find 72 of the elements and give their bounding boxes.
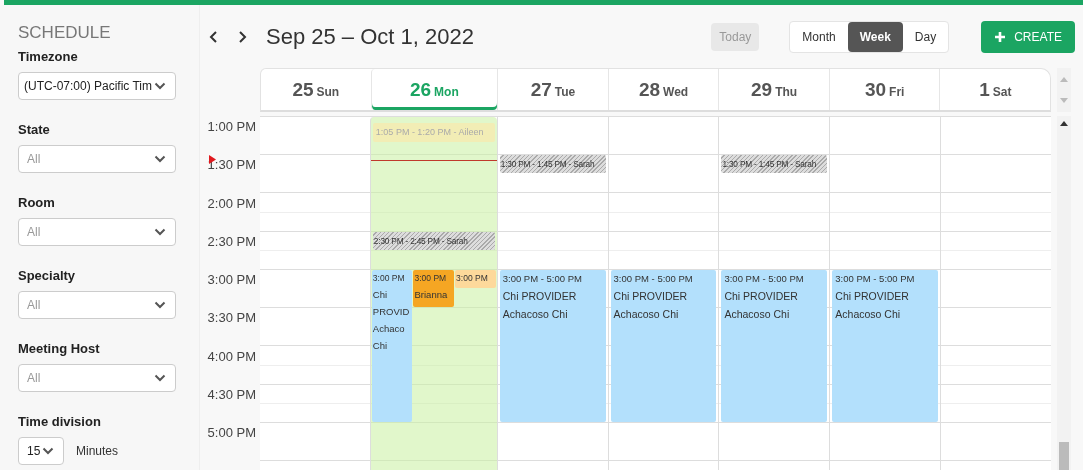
event-text: Chi	[372, 289, 389, 300]
event-text: Chi	[372, 340, 389, 351]
filter-label: Specialty	[18, 268, 77, 283]
event-chip[interactable]: 1:30 PM - 1:45 PM - Sarah	[721, 155, 828, 174]
filter-label: Room	[18, 195, 56, 210]
view-tab[interactable]: Week	[847, 21, 903, 52]
day-header[interactable]: 29 Thu	[718, 69, 829, 110]
day-header[interactable]: 28 Wed	[607, 69, 719, 110]
event-time: 3:00 PM - 5:00 PM	[724, 273, 805, 284]
event-card[interactable]: 3:00 PM - 5:00 PM Chi PROVIDER Achacoso Chi	[721, 270, 828, 422]
chevron-down-icon	[154, 301, 166, 309]
next-icon[interactable]	[236, 29, 248, 44]
time-label: 5:00 PM	[207, 425, 256, 441]
chevron-down-icon	[154, 374, 166, 382]
chevron-down-icon	[42, 447, 54, 455]
scroll-up-icon[interactable]	[1060, 120, 1068, 126]
event-chip[interactable]: 1:30 PM - 1:45 PM - Sarah	[499, 155, 606, 174]
filter-label: Meeting Host	[18, 341, 101, 356]
event-card[interactable]: 3:00 PM	[455, 270, 496, 289]
filter-label: State	[18, 122, 51, 137]
time-label: 1:00 PM	[207, 119, 256, 135]
filter-label: Time division	[18, 414, 102, 429]
event-card[interactable]: 3:00 PM - 5:00 PM Chi PROVIDER Achacoso Chi	[499, 270, 606, 422]
event-time: 3:00 PM	[414, 273, 448, 283]
event-time: 3:00 PM - 5:00 PM	[502, 273, 583, 284]
time-label: 2:30 PM	[207, 233, 256, 250]
time-label: 2:00 PM	[207, 195, 256, 212]
event-text: Chi PROVIDER	[613, 290, 689, 302]
scrollbar[interactable]	[1057, 116, 1071, 470]
event-text: PROVID	[372, 306, 411, 317]
page-title: SCHEDULE	[18, 23, 112, 44]
time-label: 4:30 PM	[207, 386, 256, 403]
division-select[interactable]: 15	[18, 437, 64, 465]
event-card[interactable]: 3:00 PM - 5:00 PM Chi PROVIDER Achacoso Chi	[610, 270, 717, 422]
event-text: Achacoso Chi	[835, 308, 902, 320]
event-text: Chi PROVIDER	[502, 290, 578, 302]
event-text: Chi PROVIDER	[835, 290, 910, 302]
day-header[interactable]: 27 Tue	[497, 69, 608, 110]
time-label: 3:00 PM	[207, 272, 256, 288]
event-text: Achacoso Chi	[502, 308, 569, 320]
filter-select[interactable]: (UTC-07:00) Pacific Tim	[18, 72, 176, 100]
event-card[interactable]: 3:00 PM - 5:00 PM Chi PROVIDER Achacoso Chi	[832, 270, 939, 422]
filter-label: Timezone	[18, 49, 79, 64]
chevron-down-icon	[154, 82, 166, 90]
time-label: 3:30 PM	[207, 310, 256, 327]
event-chip[interactable]: 2:30 PM - 2:45 PM - Sarah	[372, 231, 495, 250]
previous-icon[interactable]	[208, 29, 220, 44]
day-header[interactable]: 25 Sun	[261, 69, 371, 110]
event-text: Achacoso Chi	[613, 308, 680, 320]
event-text: Chi PROVIDER	[724, 290, 799, 302]
date-range-title: Sep 25 – Oct 1, 2022	[266, 23, 474, 50]
chevron-down-icon	[154, 155, 166, 163]
scroll-thumb[interactable]	[1059, 442, 1069, 470]
event-time: 3:00 PM - 5:00 PM	[835, 273, 916, 284]
day-header[interactable]: 1 Sat	[939, 69, 1051, 110]
event-time: 3:00 PM	[456, 273, 489, 283]
view-tab[interactable]: Month	[790, 21, 848, 52]
time-label: 4:00 PM	[207, 348, 256, 365]
unit-label: Minutes	[76, 444, 119, 458]
event-time: 3:00 PM - 5:00 PM	[613, 273, 694, 284]
scroll-down-icon[interactable]	[1060, 98, 1068, 104]
event-text: Achaco	[372, 323, 406, 334]
view-tab[interactable]: Day	[902, 21, 949, 52]
event-card[interactable]: 3:00 PM Chi PROVID Achaco Chi	[371, 270, 413, 422]
day-header[interactable]: 30 Fri	[828, 69, 940, 110]
plus-icon	[994, 30, 1007, 43]
scrollbar[interactable]	[1057, 68, 1071, 112]
chevron-down-icon	[154, 228, 166, 236]
event-card[interactable]: 3:00 PM Brianna	[413, 270, 455, 308]
event-time: 3:00 PM	[372, 273, 406, 283]
event-text: Achacoso Chi	[724, 308, 791, 320]
event-text: Brianna	[414, 289, 449, 300]
